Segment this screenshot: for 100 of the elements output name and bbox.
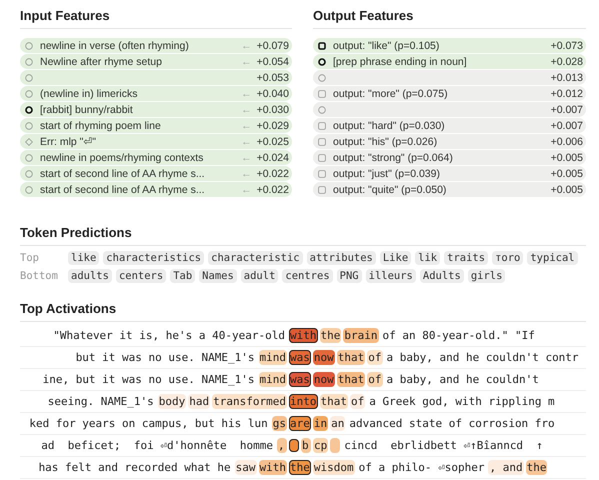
token-chip: centers xyxy=(116,269,166,283)
highlighted-token[interactable]: the xyxy=(320,328,342,343)
selected-token[interactable] xyxy=(289,439,299,452)
highlighted-token[interactable]: , xyxy=(277,438,287,453)
feature-value: +0.007 xyxy=(550,120,583,132)
highlighted-token[interactable]: wisdom xyxy=(312,460,355,475)
feature-row[interactable]: Err: mlp "⏎" ← +0.025 xyxy=(20,134,292,149)
highlighted-token[interactable]: of xyxy=(350,394,366,409)
highlighted-token[interactable]: mind xyxy=(258,372,287,387)
token-chip: lik xyxy=(415,251,440,265)
feature-row[interactable]: newline in poems/rhyming contexts ← +0.024 xyxy=(20,150,292,165)
square-icon xyxy=(318,90,326,98)
arrow-label: ← xyxy=(241,120,252,132)
token-chip: characteristic xyxy=(208,251,303,265)
token-chip: centres xyxy=(282,269,333,283)
highlighted-token[interactable]: the xyxy=(526,460,548,475)
highlighted-token[interactable]: that xyxy=(336,372,366,387)
feature-row[interactable]: +0.007 xyxy=(313,102,586,117)
feature-row[interactable]: output: "quite" (p=0.050) +0.005 xyxy=(313,182,586,197)
selected-token[interactable]: are xyxy=(289,416,311,431)
token-text: ked for years on campus, but his lun xyxy=(28,416,269,431)
feature-value: +0.013 xyxy=(550,72,583,84)
highlighted-token[interactable]: cp xyxy=(313,438,328,453)
token-text: a baby, and he couldn't xyxy=(386,372,540,387)
highlighted-token[interactable]: had xyxy=(188,394,210,409)
feature-row[interactable]: +0.013 xyxy=(313,70,586,85)
highlighted-token[interactable]: , and xyxy=(488,460,524,475)
token-text: "Whatever it is, he's a 40-year-old xyxy=(52,328,286,343)
arrow-label: ← xyxy=(241,56,252,68)
highlighted-token[interactable]: mind xyxy=(258,350,287,365)
highlighted-token[interactable]: with xyxy=(258,460,287,475)
selected-token[interactable]: was xyxy=(289,350,311,365)
arrow-label: ← xyxy=(241,152,252,164)
highlighted-token[interactable]: now xyxy=(312,350,335,365)
token-chip: adults xyxy=(68,269,112,283)
highlighted-token[interactable]: that xyxy=(320,394,348,409)
highlighted-token[interactable]: transformed xyxy=(212,394,287,409)
token-chip: traits xyxy=(444,251,488,265)
feature-row[interactable]: start of second line of AA rhyme s... ← +0.022 xyxy=(20,166,292,181)
selected-token[interactable]: the xyxy=(289,460,311,475)
highlighted-token[interactable]: gs xyxy=(272,416,287,431)
selected-token[interactable]: with xyxy=(289,328,318,343)
feature-row[interactable]: output: "his" (p=0.026) +0.006 xyxy=(313,134,586,149)
feature-value: +0.005 xyxy=(550,184,583,196)
highlighted-token[interactable]: of xyxy=(367,372,382,387)
arrow-label: ← xyxy=(241,104,252,116)
feature-value: +0.054 xyxy=(256,56,289,68)
feature-row[interactable]: Newline after rhyme setup ← +0.054 xyxy=(20,54,292,69)
highlighted-token[interactable]: body xyxy=(158,394,186,409)
feature-row[interactable]: (newline in) limericks ← +0.040 xyxy=(20,86,292,101)
highlighted-token[interactable]: an xyxy=(330,416,346,431)
selected-token[interactable]: was xyxy=(289,372,311,387)
feature-row[interactable]: output: "hard" (p=0.030) +0.007 xyxy=(313,118,586,133)
token-text: a Greek god, with rippling m xyxy=(368,394,556,409)
token-chip: characteristics xyxy=(103,251,204,265)
circle-icon xyxy=(25,122,33,130)
token-text: of a philo- ⏎sopher xyxy=(358,460,486,475)
feature-value: +0.024 xyxy=(256,152,289,164)
highlighted-token[interactable]: saw xyxy=(234,460,256,475)
token-chip: тоrо xyxy=(492,251,524,265)
circle-icon xyxy=(25,90,33,98)
feature-value: +0.005 xyxy=(550,168,583,180)
highlighted-token[interactable]: b xyxy=(301,438,311,453)
section-title: Input Features xyxy=(20,6,292,29)
circle-icon xyxy=(25,186,33,194)
feature-row[interactable]: [prep phrase ending in noun] +0.028 xyxy=(313,54,586,69)
square-icon xyxy=(318,154,326,162)
feature-value: +0.030 xyxy=(256,104,289,116)
feature-value: +0.053 xyxy=(256,72,289,84)
highlighted-token[interactable]: in xyxy=(312,416,328,431)
arrow-label: ← xyxy=(241,184,252,196)
highlighted-token[interactable]: brain xyxy=(343,328,378,343)
feature-value: +0.005 xyxy=(550,152,583,164)
feature-value: +0.025 xyxy=(256,136,289,148)
section-title: Token Predictions xyxy=(20,223,586,246)
arrow-label: ← xyxy=(241,168,252,180)
token-chip: illeurs xyxy=(366,269,416,283)
circle-icon xyxy=(25,42,33,50)
circle-icon xyxy=(25,58,33,66)
square-icon xyxy=(318,138,326,146)
feature-row[interactable]: output: "strong" (p=0.064) +0.005 xyxy=(313,150,586,165)
highlighted-token[interactable]: now xyxy=(312,372,335,387)
feature-row[interactable]: output: "more" (p=0.075) +0.012 xyxy=(313,86,586,101)
feature-value: +0.022 xyxy=(256,184,289,196)
highlighted-token[interactable]: that xyxy=(336,350,366,365)
selected-token[interactable]: into xyxy=(289,394,318,409)
highlighted-token[interactable]: of xyxy=(367,350,382,365)
section-title: Output Features xyxy=(313,6,586,29)
feature-row[interactable]: newline in verse (often rhyming) ← +0.079 xyxy=(20,38,292,53)
feature-row[interactable]: start of rhyming poem line ← +0.029 xyxy=(20,118,292,133)
arrow-label: ← xyxy=(241,40,252,52)
feature-row[interactable]: output: "like" (p=0.105) +0.073 xyxy=(313,38,586,53)
feature-row[interactable]: start of second line of AA rhyme s... ← +0.022 xyxy=(20,182,292,197)
feature-row[interactable]: +0.053 xyxy=(20,70,292,85)
feature-row[interactable]: [rabbit] bunny/rabbit ← +0.030 xyxy=(20,102,292,117)
circle-icon xyxy=(25,154,33,162)
circle-icon xyxy=(318,58,326,66)
circle-icon xyxy=(25,170,33,178)
feature-row[interactable]: output: "just" (p=0.039) +0.005 xyxy=(313,166,586,181)
token-text: seeing. NAME_1's xyxy=(46,394,155,409)
